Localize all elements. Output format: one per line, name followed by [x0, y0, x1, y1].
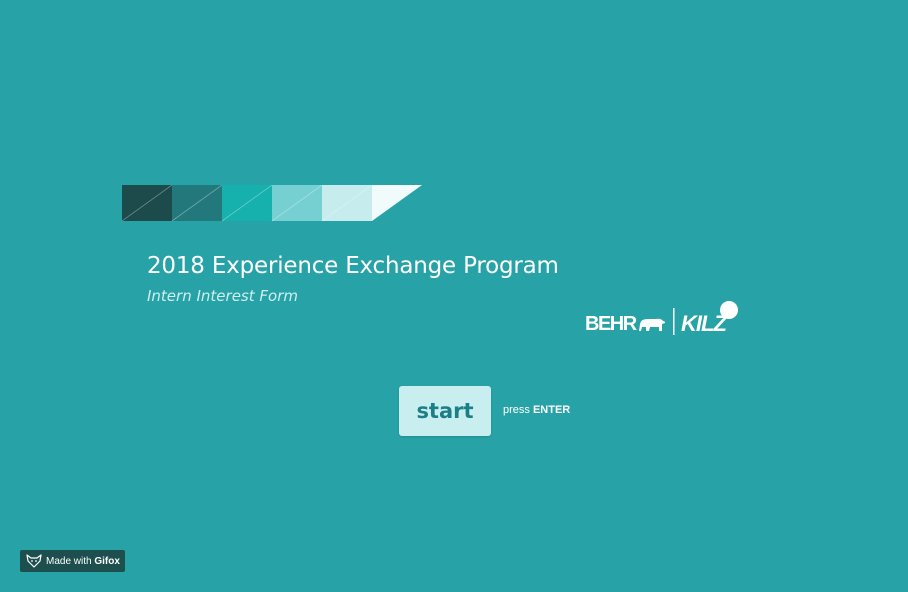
- fox-icon: [26, 554, 42, 568]
- brand-logos: BEHR KILZ: [585, 301, 738, 336]
- color-swatch-strip: [122, 185, 422, 222]
- start-button[interactable]: start: [399, 386, 491, 436]
- press-enter-hint: press ENTER: [503, 404, 570, 416]
- press-enter-prefix: press: [503, 404, 530, 416]
- form-title: 2018 Experience Exchange Program: [147, 253, 559, 279]
- form-subtitle: Intern Interest Form: [147, 287, 298, 305]
- gifox-badge-label: Made with Gifox: [46, 556, 120, 567]
- kilz-logo: KILZ: [681, 311, 728, 336]
- swatch: [372, 185, 422, 221]
- polar-bear-icon: [639, 318, 665, 331]
- kilz-dot: [720, 301, 738, 319]
- logo-divider: [673, 308, 675, 335]
- gifox-brand: Gifox: [94, 555, 120, 567]
- gifox-made-with: Made with: [46, 555, 92, 567]
- swatch-group: [122, 185, 422, 222]
- enter-key-label: ENTER: [532, 404, 571, 416]
- gifox-badge[interactable]: Made with Gifox: [20, 550, 125, 572]
- behr-logo: BEHR: [585, 313, 638, 335]
